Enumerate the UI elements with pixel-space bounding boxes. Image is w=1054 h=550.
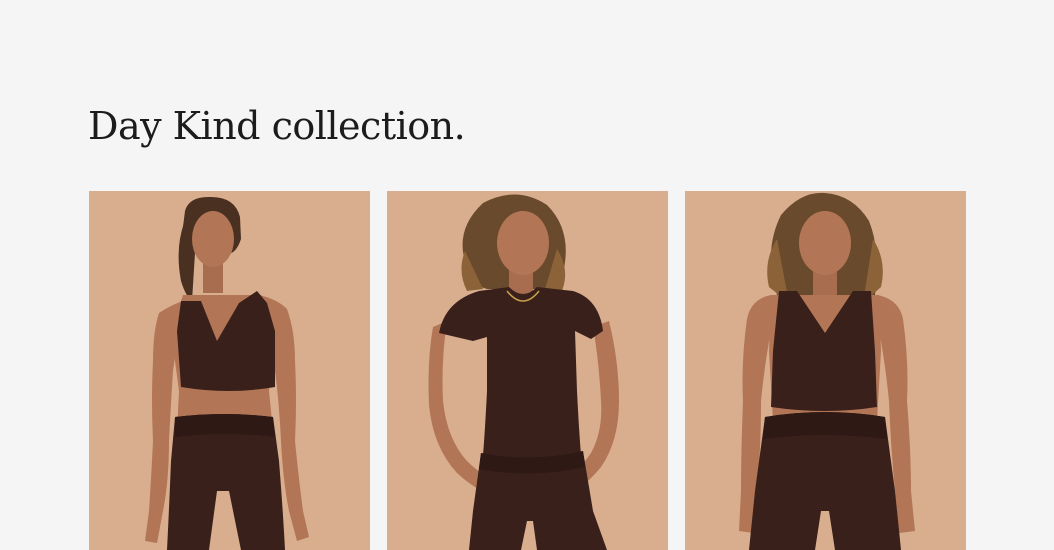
model-tank-shorts-photo bbox=[685, 191, 966, 550]
collection-title: Day Kind collection. bbox=[88, 104, 466, 148]
product-card[interactable] bbox=[89, 191, 370, 550]
model-crop-top-leggings-photo bbox=[89, 191, 370, 550]
product-card[interactable] bbox=[685, 191, 966, 550]
product-card[interactable] bbox=[387, 191, 668, 550]
product-grid bbox=[89, 191, 966, 550]
model-tee-shorts-photo bbox=[387, 191, 668, 550]
collection-section: Day Kind collection. bbox=[0, 0, 1054, 550]
